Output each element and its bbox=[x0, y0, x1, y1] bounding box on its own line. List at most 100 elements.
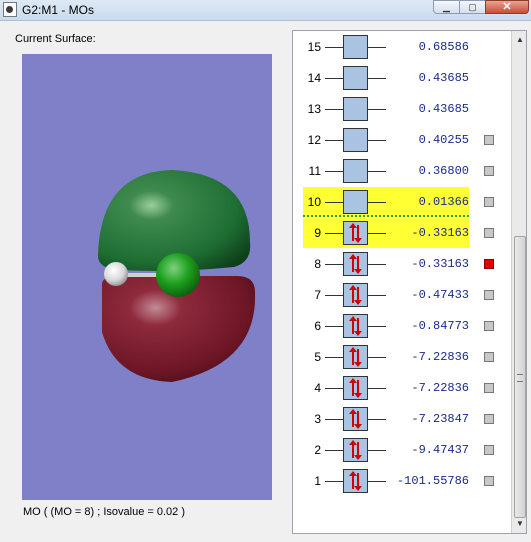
orbital-row[interactable]: 15 0.68586 bbox=[293, 32, 512, 62]
orbital-row[interactable]: 14 0.43685 bbox=[293, 63, 512, 93]
orbital-number: 4 bbox=[314, 381, 321, 395]
orbital-energy: -0.33163 bbox=[411, 226, 469, 240]
orbital-row[interactable]: 10 0.01366 bbox=[293, 187, 512, 217]
orbital-number: 10 bbox=[307, 195, 321, 209]
orbital-select-checkbox[interactable] bbox=[484, 383, 494, 393]
scroll-up-icon[interactable]: ▲ bbox=[514, 33, 526, 47]
level-line bbox=[325, 264, 343, 265]
level-line bbox=[325, 171, 343, 172]
level-line bbox=[368, 202, 386, 203]
level-line bbox=[368, 295, 386, 296]
level-line bbox=[368, 47, 386, 48]
orbital-level-box[interactable] bbox=[343, 376, 368, 400]
orbital-select-checkbox[interactable] bbox=[484, 476, 494, 486]
orbital-row[interactable]: 1 -101.55786 bbox=[293, 466, 512, 496]
minimize-button[interactable]: ▁ bbox=[433, 0, 460, 14]
orbital-number: 7 bbox=[314, 288, 321, 302]
orbital-level-box[interactable] bbox=[343, 407, 368, 431]
orbital-level-box[interactable] bbox=[343, 438, 368, 462]
orbital-render bbox=[98, 170, 256, 382]
orbital-row[interactable]: 11 0.36800 bbox=[293, 156, 512, 186]
scrollbar[interactable]: ▲ ▼ bbox=[511, 31, 526, 533]
hydrogen-atom bbox=[104, 262, 128, 286]
orbital-number: 1 bbox=[314, 474, 321, 488]
orbital-energy: -101.55786 bbox=[396, 474, 469, 488]
orbital-energy: -7.22836 bbox=[411, 381, 469, 395]
close-button[interactable]: ✕ bbox=[485, 0, 529, 14]
level-line bbox=[325, 450, 343, 451]
orbital-row[interactable]: 6 -0.84773 bbox=[293, 311, 512, 341]
orbital-energy: -0.47433 bbox=[411, 288, 469, 302]
level-line bbox=[325, 233, 343, 234]
spin-down-arrow-icon bbox=[354, 256, 362, 274]
orbital-energy: -7.23847 bbox=[411, 412, 469, 426]
orbital-level-box[interactable] bbox=[343, 345, 368, 369]
spin-down-arrow-icon bbox=[354, 380, 362, 398]
level-line bbox=[368, 419, 386, 420]
orbital-select-checkbox[interactable] bbox=[484, 321, 494, 331]
orbital-number: 9 bbox=[314, 226, 321, 240]
orbital-level-box[interactable] bbox=[343, 97, 368, 121]
orbital-select-checkbox[interactable] bbox=[484, 445, 494, 455]
orbital-level-box[interactable] bbox=[343, 190, 368, 214]
level-line bbox=[325, 47, 343, 48]
level-line bbox=[368, 140, 386, 141]
orbital-select-checkbox[interactable] bbox=[484, 259, 494, 269]
orbital-energy: 0.43685 bbox=[418, 71, 469, 85]
orbital-row[interactable]: 13 0.43685 bbox=[293, 94, 512, 124]
orbital-energy: -0.33163 bbox=[411, 257, 469, 271]
orbital-row[interactable]: 2 -9.47437 bbox=[293, 435, 512, 465]
orbital-select-checkbox[interactable] bbox=[484, 197, 494, 207]
orbital-row[interactable]: 9 -0.33163 bbox=[293, 218, 512, 248]
orbital-energy: -7.22836 bbox=[411, 350, 469, 364]
orbital-level-box[interactable] bbox=[343, 469, 368, 493]
orbital-select-checkbox[interactable] bbox=[484, 228, 494, 238]
surface-status: MO ( (MO = 8) ; Isovalue = 0.02 ) bbox=[23, 506, 185, 518]
orbital-select-checkbox[interactable] bbox=[484, 414, 494, 424]
scroll-down-icon[interactable]: ▼ bbox=[514, 517, 526, 531]
spin-down-arrow-icon bbox=[354, 287, 362, 305]
orbital-number: 2 bbox=[314, 443, 321, 457]
level-line bbox=[325, 419, 343, 420]
orbital-row[interactable]: 4 -7.22836 bbox=[293, 373, 512, 403]
spin-down-arrow-icon bbox=[354, 349, 362, 367]
orbital-level-box[interactable] bbox=[343, 159, 368, 183]
grip-icon bbox=[517, 374, 523, 382]
level-line bbox=[325, 357, 343, 358]
spin-down-arrow-icon bbox=[354, 442, 362, 460]
orbital-row[interactable]: 7 -0.47433 bbox=[293, 280, 512, 310]
spin-down-arrow-icon bbox=[354, 473, 362, 491]
spin-down-arrow-icon bbox=[354, 225, 362, 243]
orbital-select-checkbox[interactable] bbox=[484, 352, 494, 362]
level-line bbox=[368, 450, 386, 451]
orbital-level-box[interactable] bbox=[343, 66, 368, 90]
scroll-thumb[interactable] bbox=[514, 236, 526, 518]
level-line bbox=[325, 295, 343, 296]
orbital-number: 12 bbox=[307, 133, 321, 147]
orbital-row[interactable]: 12 0.40255 bbox=[293, 125, 512, 155]
level-line bbox=[368, 357, 386, 358]
level-line bbox=[325, 78, 343, 79]
orbital-row[interactable]: 3 -7.23847 bbox=[293, 404, 512, 434]
orbital-row[interactable]: 5 -7.22836 bbox=[293, 342, 512, 372]
orbital-select-checkbox[interactable] bbox=[484, 290, 494, 300]
orbital-level-box[interactable] bbox=[343, 252, 368, 276]
orbital-energy: 0.36800 bbox=[418, 164, 469, 178]
orbital-energy: 0.01366 bbox=[418, 195, 469, 209]
orbital-row[interactable]: 8 -0.33163 bbox=[293, 249, 512, 279]
orbital-number: 5 bbox=[314, 350, 321, 364]
spin-down-arrow-icon bbox=[354, 411, 362, 429]
orbital-select-checkbox[interactable] bbox=[484, 135, 494, 145]
maximize-button[interactable]: ▢ bbox=[459, 0, 486, 14]
orbital-select-checkbox[interactable] bbox=[484, 166, 494, 176]
orbital-level-box[interactable] bbox=[343, 221, 368, 245]
orbital-energy: 0.43685 bbox=[418, 102, 469, 116]
orbital-level-box[interactable] bbox=[343, 314, 368, 338]
level-line bbox=[368, 109, 386, 110]
orbital-viewport[interactable] bbox=[22, 54, 272, 500]
orbital-level-box[interactable] bbox=[343, 35, 368, 59]
level-line bbox=[368, 388, 386, 389]
orbital-level-box[interactable] bbox=[343, 283, 368, 307]
orbital-level-box[interactable] bbox=[343, 128, 368, 152]
orbital-energy: -9.47437 bbox=[411, 443, 469, 457]
